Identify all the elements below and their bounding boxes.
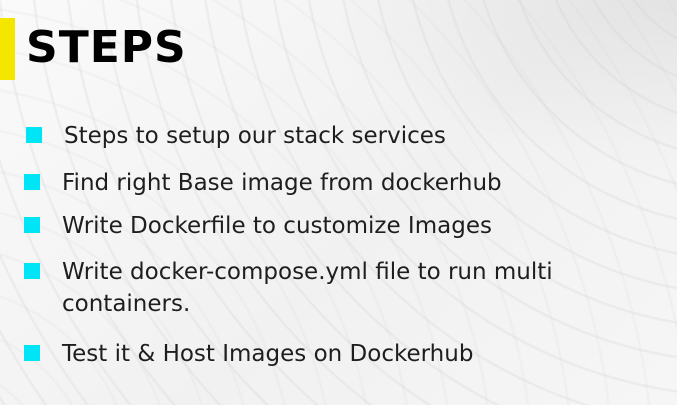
square-bullet-icon bbox=[26, 127, 42, 143]
square-bullet-icon bbox=[24, 345, 40, 361]
list-item: Test it & Host Images on Dockerhub bbox=[24, 338, 669, 370]
step-text: Steps to setup our stack services bbox=[64, 123, 446, 149]
step-text: Find right Base image from dockerhub bbox=[62, 170, 502, 196]
step-text: Test it & Host Images on Dockerhub bbox=[62, 341, 474, 367]
list-item: Find right Base image from dockerhub bbox=[24, 167, 669, 199]
steps-list: Steps to setup our stack services Find r… bbox=[0, 0, 677, 405]
list-item: Write docker-compose.yml file to run mul… bbox=[24, 256, 669, 320]
square-bullet-icon bbox=[24, 217, 40, 233]
list-item: Steps to setup our stack services bbox=[26, 120, 669, 152]
square-bullet-icon bbox=[24, 174, 40, 190]
square-bullet-icon bbox=[24, 263, 40, 279]
list-item: Write Dockerfile to customize Images bbox=[24, 210, 669, 242]
step-text: Write Dockerfile to customize Images bbox=[62, 213, 492, 239]
step-text: Write docker-compose.yml file to run mul… bbox=[62, 259, 553, 317]
